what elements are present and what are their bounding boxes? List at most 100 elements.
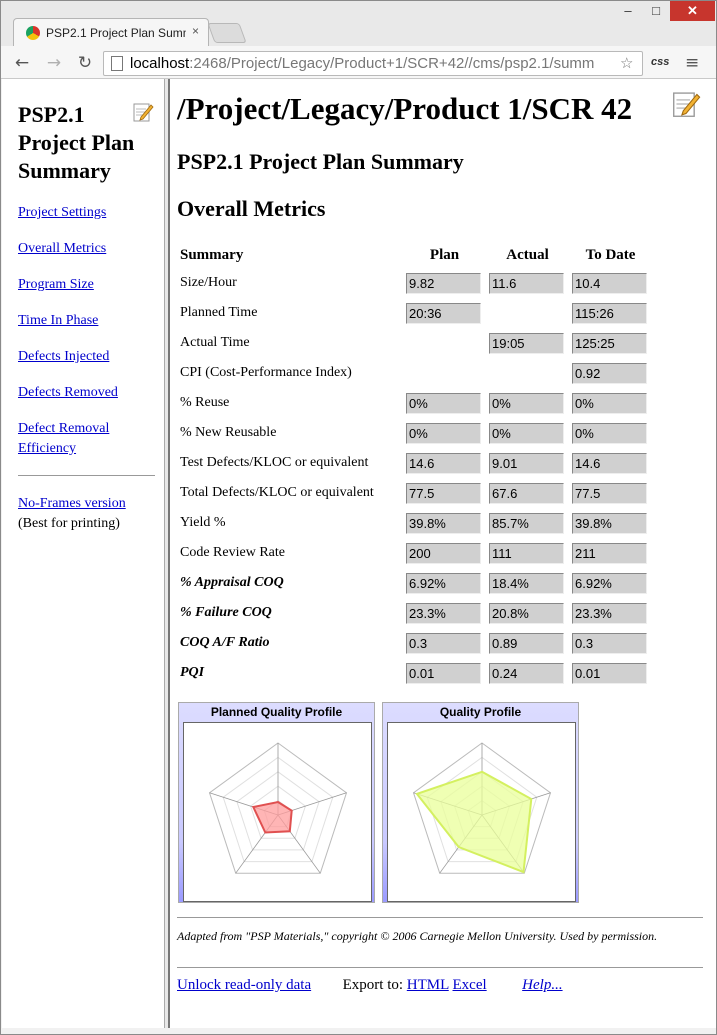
browser-tab[interactable]: PSP2.1 Project Plan Summ × bbox=[13, 18, 209, 46]
sidebar-frame: PSP2.1 Project Plan Summary Project Sett… bbox=[2, 79, 164, 1028]
close-window-button[interactable]: ✕ bbox=[670, 1, 715, 21]
address-bar[interactable]: localhost:2468/Project/Legacy/Product+1/… bbox=[103, 51, 643, 76]
column-header: Actual bbox=[506, 246, 549, 263]
export-html-link[interactable]: HTML bbox=[407, 977, 449, 993]
readonly-value-field[interactable]: 125:25 bbox=[572, 332, 647, 354]
readonly-value-field[interactable]: 77.5 bbox=[572, 482, 647, 504]
readonly-value-field[interactable]: 0.01 bbox=[406, 662, 481, 684]
readonly-value-field[interactable]: 0.3 bbox=[572, 632, 647, 654]
sidebar-title: PSP2.1 Project Plan Summary bbox=[18, 102, 135, 183]
metric-label: Code Review Rate bbox=[180, 545, 285, 560]
chrome-favicon-icon bbox=[26, 26, 40, 40]
metric-label: Planned Time bbox=[180, 305, 258, 320]
help-link[interactable]: Help... bbox=[522, 977, 562, 993]
readonly-value-field[interactable]: 20.8% bbox=[489, 602, 564, 624]
metric-label: % Reuse bbox=[180, 395, 230, 410]
no-frames-link[interactable]: No-Frames version bbox=[18, 496, 126, 511]
readonly-value-field[interactable]: 20:36 bbox=[406, 302, 481, 324]
new-tab-button[interactable] bbox=[207, 23, 247, 43]
sidebar-link-program-size[interactable]: Program Size bbox=[18, 275, 158, 295]
metric-cell: 10.4 bbox=[569, 268, 652, 298]
readonly-value-field[interactable]: 10.4 bbox=[572, 272, 647, 294]
sidebar-link-defects-removed[interactable]: Defects Removed bbox=[18, 383, 158, 403]
readonly-value-field[interactable]: 0.3 bbox=[406, 632, 481, 654]
readonly-value-field[interactable]: 39.8% bbox=[572, 512, 647, 534]
sidebar-link-project-settings[interactable]: Project Settings bbox=[18, 203, 158, 223]
readonly-value-field[interactable]: 67.6 bbox=[489, 482, 564, 504]
metric-cell: 0.3 bbox=[569, 628, 652, 658]
readonly-value-field[interactable]: 14.6 bbox=[406, 452, 481, 474]
readonly-value-field[interactable]: 0% bbox=[406, 392, 481, 414]
readonly-value-field[interactable]: 9.01 bbox=[489, 452, 564, 474]
project-path-title: /Project/Legacy/Product 1/SCR 42 bbox=[177, 91, 633, 126]
metric-label: Yield % bbox=[180, 515, 226, 530]
export-excel-link[interactable]: Excel bbox=[453, 977, 487, 993]
sidebar-link-overall-metrics[interactable]: Overall Metrics bbox=[18, 239, 158, 259]
readonly-value-field[interactable]: 18.4% bbox=[489, 572, 564, 594]
metric-cell: 200 bbox=[403, 538, 486, 568]
chart-title: Quality Profile bbox=[439, 705, 522, 719]
reload-icon[interactable]: ↻ bbox=[74, 52, 96, 74]
column-header: To Date bbox=[585, 246, 636, 263]
readonly-value-field[interactable]: 0.01 bbox=[572, 662, 647, 684]
column-header: Plan bbox=[429, 246, 460, 263]
forward-arrow-icon[interactable]: → bbox=[43, 52, 65, 74]
readonly-value-field[interactable]: 14.6 bbox=[572, 452, 647, 474]
readonly-value-field[interactable]: 0% bbox=[489, 422, 564, 444]
bookmark-star-icon[interactable]: ☆ bbox=[620, 52, 633, 75]
readonly-value-field[interactable]: 111 bbox=[489, 542, 564, 564]
css-extension-icon[interactable]: css bbox=[651, 56, 669, 68]
readonly-value-field[interactable]: 0% bbox=[572, 392, 647, 414]
readonly-value-field[interactable]: 77.5 bbox=[406, 482, 481, 504]
metric-cell: 211 bbox=[569, 538, 652, 568]
metric-label: Actual Time bbox=[180, 335, 250, 350]
page-icon bbox=[111, 56, 123, 71]
url-text: localhost:2468/Project/Legacy/Product+1/… bbox=[130, 55, 595, 72]
readonly-value-field[interactable]: 6.92% bbox=[572, 572, 647, 594]
table-row: PQI 0.01 0.24 0.01 bbox=[177, 658, 652, 688]
metric-cell: 0% bbox=[486, 388, 569, 418]
readonly-value-field[interactable]: 11.6 bbox=[489, 272, 564, 294]
readonly-value-field[interactable]: 0% bbox=[489, 392, 564, 414]
sidebar-link-defects-injected[interactable]: Defects Injected bbox=[18, 347, 158, 367]
readonly-value-field[interactable]: 85.7% bbox=[489, 512, 564, 534]
sidebar-link-time-in-phase[interactable]: Time In Phase bbox=[18, 311, 158, 331]
unlock-readonly-link[interactable]: Unlock read-only data bbox=[177, 977, 311, 993]
metric-cell: 20.8% bbox=[486, 598, 569, 628]
edit-pencil-icon[interactable] bbox=[132, 101, 154, 123]
readonly-value-field[interactable]: 0.89 bbox=[489, 632, 564, 654]
readonly-value-field[interactable]: 0% bbox=[572, 422, 647, 444]
readonly-value-field[interactable]: 211 bbox=[572, 542, 647, 564]
metric-label: CPI (Cost-Performance Index) bbox=[180, 365, 352, 380]
readonly-value-field[interactable]: 0.92 bbox=[572, 362, 647, 384]
readonly-value-field[interactable]: 23.3% bbox=[572, 602, 647, 624]
sidebar-link-defect-removal-efficiency[interactable]: Defect Removal Efficiency bbox=[18, 419, 158, 459]
readonly-value-field[interactable]: 9.82 bbox=[406, 272, 481, 294]
edit-pencil-icon[interactable] bbox=[671, 89, 701, 119]
readonly-value-field[interactable]: 6.92% bbox=[406, 572, 481, 594]
page-content: PSP2.1 Project Plan Summary Project Sett… bbox=[2, 79, 716, 1028]
readonly-value-field[interactable]: 200 bbox=[406, 542, 481, 564]
sidebar-nav: Project Settings Overall Metrics Program… bbox=[18, 203, 158, 475]
noframes-note: (Best for printing) bbox=[18, 516, 120, 531]
planned-quality-profile-chart: Planned Quality Profile bbox=[178, 702, 375, 903]
readonly-value-field[interactable]: 19:05 bbox=[489, 332, 564, 354]
readonly-value-field[interactable]: 0.24 bbox=[489, 662, 564, 684]
maximize-button[interactable]: □ bbox=[642, 1, 670, 21]
readonly-value-field[interactable]: 0% bbox=[406, 422, 481, 444]
table-row: Planned Time 20:36 115:26 bbox=[177, 298, 652, 328]
readonly-value-field[interactable]: 39.8% bbox=[406, 512, 481, 534]
browser-menu-icon[interactable]: ≡ bbox=[685, 53, 699, 73]
metric-cell: 77.5 bbox=[403, 478, 486, 508]
radar-plot-area bbox=[183, 722, 372, 902]
metric-label: Test Defects/KLOC or equivalent bbox=[180, 455, 369, 470]
metric-cell: 0% bbox=[486, 418, 569, 448]
footer-divider bbox=[177, 967, 703, 968]
readonly-value-field[interactable]: 23.3% bbox=[406, 602, 481, 624]
minimize-button[interactable]: – bbox=[614, 1, 642, 21]
tab-close-icon[interactable]: × bbox=[192, 24, 199, 38]
back-arrow-icon[interactable]: ← bbox=[11, 52, 33, 74]
frame-divider-handle[interactable] bbox=[164, 79, 170, 1028]
readonly-value-field[interactable]: 115:26 bbox=[572, 302, 647, 324]
metric-cell: 39.8% bbox=[403, 508, 486, 538]
